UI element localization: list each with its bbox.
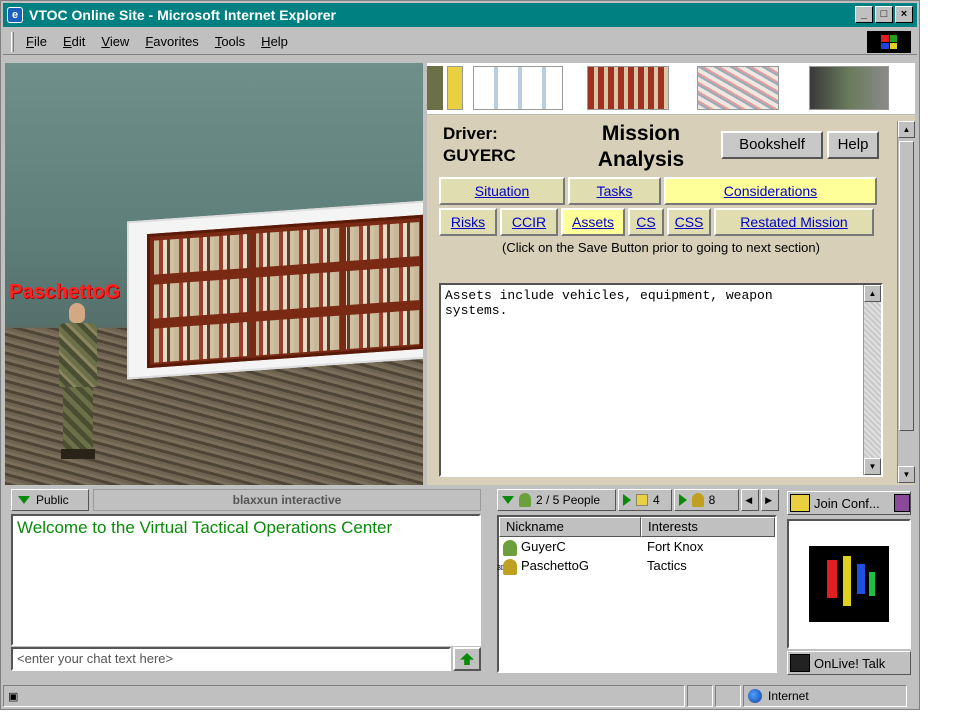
avatar-figure[interactable] <box>53 303 103 461</box>
panel-scroll-down-icon[interactable]: ▼ <box>898 466 915 483</box>
tab-situation[interactable]: Situation <box>439 177 565 205</box>
public-chat-tab[interactable]: Public <box>11 489 89 511</box>
tab-tasks[interactable]: Tasks <box>568 177 661 205</box>
people-toolbar: 2 / 5 People 4 8 ◀ ▶ <box>497 489 779 511</box>
send-button[interactable] <box>453 647 481 671</box>
tab-restated-mission[interactable]: Restated Mission <box>714 208 874 236</box>
list-item[interactable]: GuyerC Fort Knox <box>499 537 775 556</box>
list-item[interactable]: 3D PaschettoG Tactics <box>497 556 775 575</box>
expand-right-icon <box>623 494 632 506</box>
brand-banner: blaxxun interactive <box>93 489 481 511</box>
onlive-logo <box>787 519 911 649</box>
tab-cs[interactable]: CS <box>628 208 664 236</box>
chat-input[interactable]: <enter your chat text here> <box>11 647 451 671</box>
security-zone: Internet <box>743 685 907 707</box>
bookshelf-object[interactable] <box>127 200 423 380</box>
communication-panel: Join Conf... OnLive! Talk <box>785 489 915 677</box>
browser-window: e VTOC Online Site - Microsoft Internet … <box>0 0 920 710</box>
menu-file[interactable]: File <box>26 34 47 49</box>
onlive-talk-button[interactable]: OnLive! Talk <box>787 651 911 675</box>
status-main: ▣ <box>3 685 685 707</box>
onlive-icon <box>790 654 810 672</box>
bookshelf-nav-icon[interactable] <box>587 66 669 110</box>
user-yellow-icon <box>503 559 517 575</box>
send-arrow-icon <box>460 653 474 665</box>
panel-scroll-up-icon[interactable]: ▲ <box>898 121 915 138</box>
assets-textarea[interactable]: Assets include vehicles, equipment, weap… <box>439 283 883 477</box>
textarea-scrollbar[interactable]: ▲ ▼ <box>863 285 881 475</box>
scroll-down-icon[interactable]: ▼ <box>864 458 881 475</box>
ie-icon: e <box>7 7 23 23</box>
page-title: Mission Analysis <box>597 122 685 171</box>
chat-panel: Public blaxxun interactive Welcome to th… <box>7 489 483 677</box>
scroll-right-icon[interactable]: ▶ <box>761 489 779 511</box>
tab-risks[interactable]: Risks <box>439 208 497 236</box>
tab-assets[interactable]: Assets <box>561 208 625 236</box>
menu-edit[interactable]: Edit <box>63 34 85 49</box>
flowchart-nav-icon[interactable] <box>447 66 463 110</box>
onlive-face-icon <box>809 546 889 622</box>
panel-scrollbar[interactable]: ▲ ▼ <box>897 121 915 483</box>
nav-thumbnail-strip <box>427 63 915 115</box>
tab-css[interactable]: CSS <box>667 208 711 236</box>
room-icon <box>636 494 649 506</box>
save-instruction: (Click on the Save Button prior to going… <box>502 240 820 255</box>
people-count-tab[interactable]: 2 / 5 People <box>497 489 617 511</box>
status-bar: ▣ Internet <box>3 685 917 707</box>
people-list: Nickname Interests GuyerC Fort Knox 3D Pa… <box>497 515 777 673</box>
scroll-up-icon[interactable]: ▲ <box>864 285 881 302</box>
globe-icon <box>748 689 762 703</box>
help-button[interactable]: Help <box>827 131 879 159</box>
menu-help[interactable]: Help <box>261 34 288 49</box>
map-nav-icon[interactable] <box>697 66 779 110</box>
menu-bar: File Edit View Favorites Tools Help <box>3 29 917 55</box>
close-button[interactable]: × <box>895 6 913 23</box>
mission-panel: Driver: GUYERC Mission Analysis Bookshel… <box>427 63 915 485</box>
panel-scroll-thumb[interactable] <box>899 141 914 431</box>
menu-favorites[interactable]: Favorites <box>145 34 198 49</box>
user-green-icon <box>503 540 517 556</box>
tab-considerations[interactable]: Considerations <box>664 177 877 205</box>
menu-view[interactable]: View <box>101 34 129 49</box>
tab-row-secondary: Risks CCIR Assets CS CSS Restated Missio… <box>439 208 883 236</box>
book-icon[interactable] <box>894 494 910 512</box>
column-nickname[interactable]: Nickname <box>499 517 641 537</box>
avatar-name-label: PaschettoG <box>9 281 121 303</box>
bookshelf-button[interactable]: Bookshelf <box>721 131 823 159</box>
diagram-nav-icon[interactable] <box>473 66 563 110</box>
3d-world-view[interactable]: PaschettoG <box>5 63 423 485</box>
tab-ccir[interactable]: CCIR <box>500 208 558 236</box>
expand-down-icon <box>18 496 30 504</box>
others-tab[interactable]: 8 <box>673 489 740 511</box>
soldier-nav-icon[interactable] <box>427 66 443 110</box>
people-panel: 2 / 5 People 4 8 ◀ ▶ Nickname Interests … <box>493 489 781 677</box>
page-icon: ▣ <box>8 690 19 703</box>
status-cell <box>687 685 713 707</box>
minimize-button[interactable]: _ <box>855 6 873 23</box>
maximize-button[interactable]: □ <box>875 6 893 23</box>
expand-right-icon <box>678 494 687 506</box>
assets-text[interactable]: Assets include vehicles, equipment, weap… <box>441 285 861 475</box>
person-icon <box>519 493 531 507</box>
window-title: VTOC Online Site - Microsoft Internet Ex… <box>29 7 337 23</box>
driver-info: Driver: GUYERC <box>443 124 516 165</box>
expand-down-icon <box>502 496 514 504</box>
tab-row-primary: Situation Tasks Considerations <box>439 177 883 205</box>
menu-grip <box>11 31 14 52</box>
column-interests[interactable]: Interests <box>641 517 775 537</box>
group-icon <box>691 493 704 507</box>
rooms-tab[interactable]: 4 <box>618 489 672 511</box>
chat-log: Welcome to the Virtual Tactical Operatio… <box>11 514 481 646</box>
welcome-message: Welcome to the Virtual Tactical Operatio… <box>17 518 393 537</box>
join-conference-button[interactable]: Join Conf... <box>787 491 911 515</box>
terrain-nav-icon[interactable] <box>809 66 889 110</box>
menu-tools[interactable]: Tools <box>215 34 245 49</box>
scroll-left-icon[interactable]: ◀ <box>741 489 760 511</box>
title-bar: e VTOC Online Site - Microsoft Internet … <box>3 3 917 27</box>
status-cell <box>715 685 741 707</box>
conference-icon <box>790 494 810 512</box>
windows-logo-icon <box>867 31 911 53</box>
